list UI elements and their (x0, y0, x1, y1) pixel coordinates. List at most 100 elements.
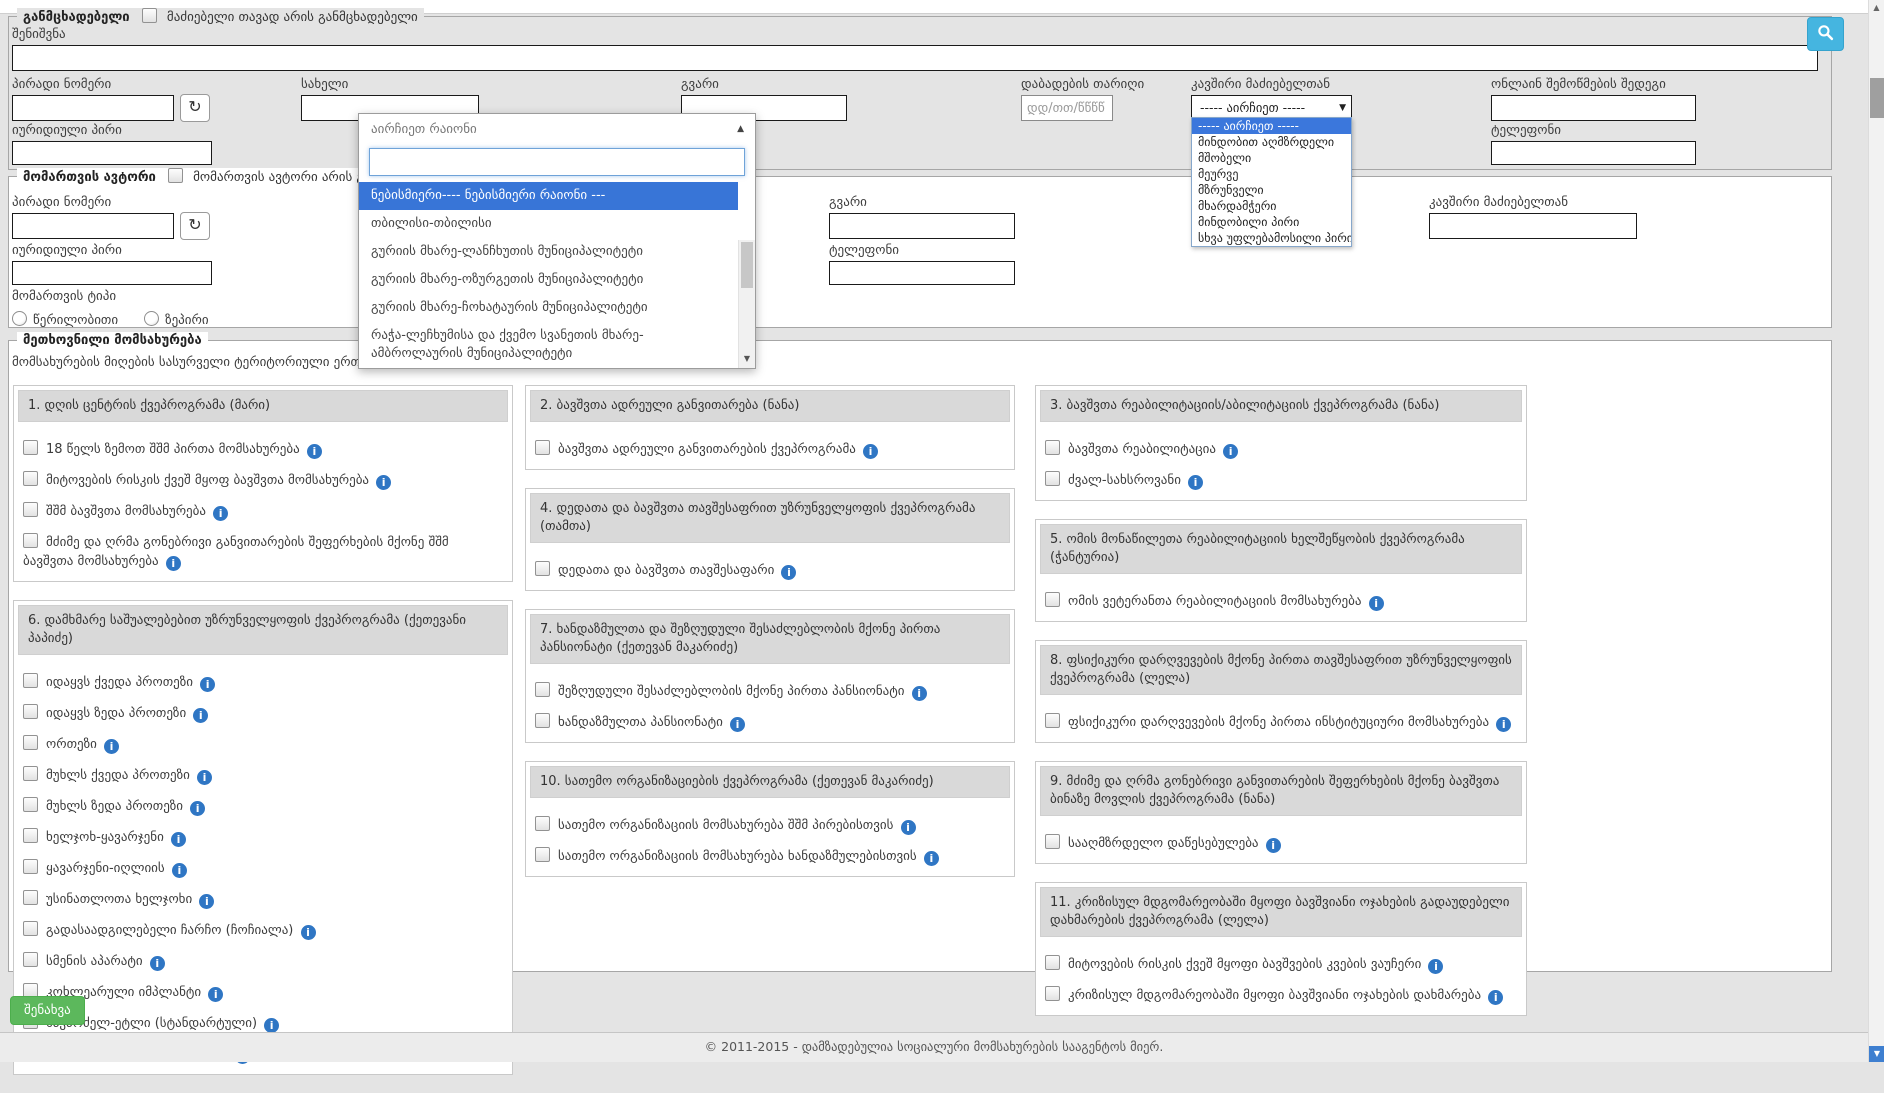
district-list-scrollbar[interactable]: ▼ (738, 240, 755, 368)
service-checkbox[interactable] (535, 847, 550, 862)
service-option-label: ფსიქიკური დარღვევების მქონე პირთა ინსტიტ… (1068, 715, 1493, 730)
page-scrollbar-thumb[interactable] (1870, 78, 1884, 118)
info-icon[interactable]: i (1428, 959, 1443, 974)
district-option[interactable]: გურიის მხარე-ჩოხატაურის მუნიციპალიტეტი (359, 294, 738, 322)
service-checkbox[interactable] (1045, 440, 1060, 455)
relation-option[interactable]: სხვა უფლებამოსილი პირი (1192, 230, 1351, 246)
service-checkbox[interactable] (23, 766, 38, 781)
phone-input[interactable] (1491, 141, 1696, 165)
scrollbar-thumb[interactable] (741, 242, 753, 288)
info-icon[interactable]: i (1369, 596, 1384, 611)
scroll-down-icon[interactable]: ▼ (1869, 1046, 1884, 1062)
info-icon[interactable]: i (150, 956, 165, 971)
service-checkbox[interactable] (1045, 986, 1060, 1001)
service-checkbox[interactable] (23, 735, 38, 750)
author-personal-number-input[interactable] (12, 213, 174, 239)
service-checkbox[interactable] (23, 502, 38, 517)
district-option[interactable]: ნებისმიერი---- ნებისმიერი რაიონი --- (359, 182, 738, 210)
service-checkbox[interactable] (23, 828, 38, 843)
service-checkbox[interactable] (535, 682, 550, 697)
save-button[interactable]: შენახვა (10, 996, 85, 1025)
self-applicant-checkbox[interactable] (142, 8, 157, 23)
info-icon[interactable]: i (264, 1018, 279, 1033)
info-icon[interactable]: i (901, 820, 916, 835)
author-is-applicant-checkbox[interactable] (168, 168, 183, 183)
author-phone-input[interactable] (829, 261, 1015, 285)
service-checkbox[interactable] (23, 921, 38, 936)
note-input[interactable] (12, 45, 1818, 71)
service-checkbox[interactable] (535, 713, 550, 728)
relation-option[interactable]: მეურვე (1192, 166, 1351, 182)
birth-date-input[interactable] (1021, 95, 1113, 121)
service-checkbox[interactable] (23, 859, 38, 874)
relation-option[interactable]: მინდობით აღმზრდელი (1192, 134, 1351, 150)
info-icon[interactable]: i (301, 925, 316, 940)
district-option[interactable]: თბილისი-თბილისი (359, 210, 738, 238)
author-last-name-input[interactable] (829, 213, 1015, 239)
service-checkbox[interactable] (23, 471, 38, 486)
service-checkbox[interactable] (1045, 834, 1060, 849)
service-checkbox[interactable] (23, 673, 38, 688)
search-button[interactable] (1807, 17, 1844, 51)
online-check-result-input[interactable] (1491, 95, 1696, 121)
service-checkbox[interactable] (23, 952, 38, 967)
service-checkbox[interactable] (23, 440, 38, 455)
service-checkbox[interactable] (23, 890, 38, 905)
relation-option[interactable]: მინდობილი პირი (1192, 214, 1351, 230)
district-option[interactable]: გურიის მხარე-ლანჩხუთის მუნიციპალიტეტი (359, 238, 738, 266)
info-icon[interactable]: i (199, 894, 214, 909)
relation-option[interactable]: მშობელი (1192, 150, 1351, 166)
radio-written[interactable] (12, 311, 27, 326)
info-icon[interactable]: i (1496, 717, 1511, 732)
service-checkbox[interactable] (1045, 592, 1060, 607)
author-personal-number-refresh-button[interactable]: ↻ (180, 212, 210, 240)
service-checkbox[interactable] (23, 533, 38, 548)
scroll-down-icon[interactable]: ▼ (739, 351, 755, 367)
service-checkbox[interactable] (535, 561, 550, 576)
personal-number-input[interactable] (12, 95, 174, 121)
district-option[interactable]: რაჭა-ლეჩხუმისა და ქვემო სვანეთის მხარე-ა… (359, 322, 738, 368)
relation-option[interactable]: მზრუნველი (1192, 182, 1351, 198)
info-icon[interactable]: i (208, 987, 223, 1002)
service-checkbox[interactable] (535, 816, 550, 831)
info-icon[interactable]: i (166, 556, 181, 571)
district-option[interactable]: გურიის მხარე-ოზურგეთის მუნიციპალიტეტი (359, 266, 738, 294)
info-icon[interactable]: i (307, 444, 322, 459)
info-icon[interactable]: i (190, 801, 205, 816)
district-search-input[interactable] (369, 148, 745, 176)
info-icon[interactable]: i (172, 863, 187, 878)
service-checkbox[interactable] (23, 704, 38, 719)
info-icon[interactable]: i (1488, 990, 1503, 1005)
info-icon[interactable]: i (781, 565, 796, 580)
relation-option[interactable]: ----- აირჩიეთ ----- (1192, 118, 1351, 134)
info-icon[interactable]: i (213, 506, 228, 521)
legal-person-input[interactable] (12, 141, 212, 165)
service-checkbox[interactable] (1045, 955, 1060, 970)
info-icon[interactable]: i (376, 475, 391, 490)
info-icon[interactable]: i (197, 770, 212, 785)
info-icon[interactable]: i (912, 686, 927, 701)
scroll-up-icon[interactable]: ▲ (1869, 0, 1884, 16)
info-icon[interactable]: i (1188, 475, 1203, 490)
service-checkbox[interactable] (1045, 713, 1060, 728)
info-icon[interactable]: i (193, 708, 208, 723)
info-icon[interactable]: i (924, 851, 939, 866)
refresh-icon: ↻ (188, 99, 201, 116)
relation-option[interactable]: მხარდამჭერი (1192, 198, 1351, 214)
info-icon[interactable]: i (1266, 838, 1281, 853)
personal-number-refresh-button[interactable]: ↻ (180, 94, 210, 122)
info-icon[interactable]: i (104, 739, 119, 754)
info-icon[interactable]: i (171, 832, 186, 847)
district-dropdown-header[interactable]: აირჩიეთ რაიონი ▲ (359, 114, 755, 144)
page-scrollbar[interactable]: ▲ ▼ (1868, 0, 1884, 1062)
service-checkbox[interactable] (23, 797, 38, 812)
service-checkbox[interactable] (535, 440, 550, 455)
author-relation-input[interactable] (1429, 213, 1637, 239)
info-icon[interactable]: i (200, 677, 215, 692)
info-icon[interactable]: i (863, 444, 878, 459)
info-icon[interactable]: i (730, 717, 745, 732)
radio-oral[interactable] (144, 311, 159, 326)
service-checkbox[interactable] (1045, 471, 1060, 486)
info-icon[interactable]: i (1223, 444, 1238, 459)
author-legal-person-input[interactable] (12, 261, 212, 285)
